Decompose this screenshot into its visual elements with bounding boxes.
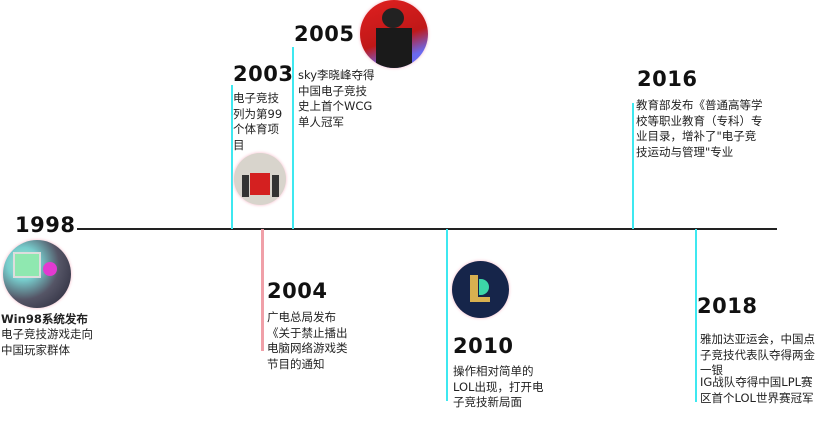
- timeline-axis: [77, 228, 777, 230]
- desc-2018: 雅加达亚运会，中国点子竞技代表队夺得两金一银: [700, 332, 815, 377]
- sky-champion-photo: [360, 0, 428, 68]
- year-2016: 2016: [637, 67, 698, 91]
- year-2005: 2005: [294, 22, 355, 46]
- year-2004: 2004: [267, 279, 328, 303]
- year-2010: 2010: [453, 334, 514, 358]
- connector-2016: [632, 103, 634, 229]
- lol-logo: [452, 261, 509, 318]
- connector-2010: [446, 229, 448, 401]
- desc-2010: 操作相对简单的LOL出现，打开电子竞技新局面: [453, 364, 544, 409]
- desc-2004: 广电总局发布《关于禁止播出电脑网络游戏类节目的通知: [267, 310, 348, 371]
- year-1998: 1998: [15, 213, 76, 237]
- desc-2003: 电子竞技列为第99个体育项目: [233, 91, 283, 152]
- desc-2016: 教育部发布《普通高等学校等职业教育（专科）专业目录，增补了"电子竞技运动与管理"…: [636, 98, 763, 159]
- desc2-2018: IG战队夺得中国LPL赛区首个LOL世界赛冠军: [700, 375, 814, 405]
- year-2018: 2018: [697, 294, 758, 318]
- title-1998: Win98系统发布: [1, 312, 88, 326]
- flag-ceremony-photo: [234, 153, 286, 205]
- year-2003: 2003: [233, 62, 294, 86]
- desc-1998: 电子竞技游戏走向中国玩家群体: [1, 327, 93, 357]
- desc-2005: sky李晓峰夺得中国电子竞技史上首个WCG单人冠军: [298, 68, 375, 129]
- person-at-computer-photo: [3, 240, 71, 308]
- connector-2004: [261, 229, 264, 351]
